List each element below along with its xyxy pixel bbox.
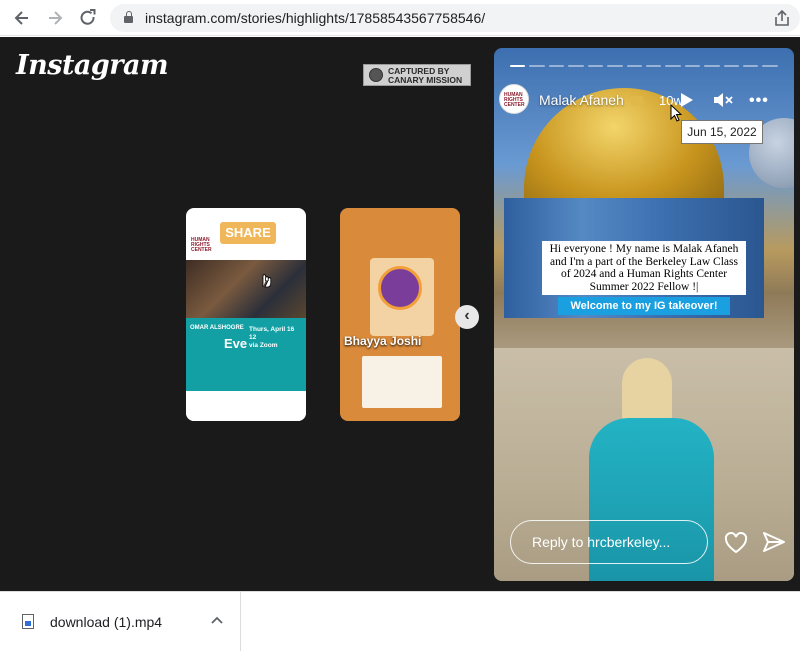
- mute-icon[interactable]: [713, 92, 733, 108]
- arrow-left-icon: [14, 11, 28, 25]
- story-caption: Hi everyone ! My name is Malak Afaneh an…: [542, 241, 746, 295]
- preview-text-block: [362, 356, 442, 408]
- watermark-badge: CAPTURED BY CANARY MISSION: [363, 64, 471, 86]
- hand-cursor-icon: [262, 274, 272, 288]
- previous-story-button[interactable]: ‹: [455, 305, 479, 329]
- chevron-up-icon[interactable]: [210, 614, 224, 628]
- forward-button[interactable]: [45, 8, 65, 28]
- active-story[interactable]: HUMAN RIGHTS CENTER Malak Afaneh 10w •••…: [494, 48, 794, 581]
- story-preview-1[interactable]: SHARE HUMAN RIGHTS CENTER OMAR ALSHOGRE …: [186, 208, 306, 421]
- preview-portrait: [378, 266, 422, 310]
- watermark-line2: CANARY MISSION: [388, 75, 463, 85]
- more-icon[interactable]: •••: [749, 92, 769, 110]
- play-icon[interactable]: [681, 93, 693, 107]
- canary-icon: [369, 68, 383, 82]
- story-progress-bar: [510, 65, 778, 67]
- story-preview-2[interactable]: Bhayya Joshi: [340, 208, 460, 421]
- url-text[interactable]: instagram.com/stories/highlights/1785854…: [145, 10, 485, 26]
- reply-input[interactable]: Reply to hrcberkeley...: [510, 520, 708, 564]
- org-logo-text: HUMAN RIGHTS CENTER: [191, 237, 212, 253]
- download-filename[interactable]: download (1).mp4: [50, 614, 162, 630]
- browser-toolbar: instagram.com/stories/highlights/1785854…: [0, 0, 800, 36]
- download-item[interactable]: download (1).mp4: [0, 592, 241, 651]
- reload-icon: [80, 9, 96, 25]
- speaker-name: OMAR ALSHOGRE: [190, 325, 244, 331]
- share-icon[interactable]: [772, 8, 792, 28]
- preview-name: Bhayya Joshi: [344, 334, 422, 348]
- reply-placeholder[interactable]: Reply to hrcberkeley...: [532, 534, 670, 550]
- download-bar: download (1).mp4: [0, 591, 800, 651]
- heart-icon[interactable]: [724, 532, 748, 554]
- story-author[interactable]: Malak Afaneh: [539, 92, 624, 108]
- reload-button[interactable]: [78, 8, 98, 28]
- video-file-icon: [22, 614, 34, 629]
- chevron-left-icon: ‹: [464, 307, 470, 324]
- preview-white-panel: [186, 391, 306, 421]
- date-tooltip: Jun 15, 2022: [681, 120, 763, 144]
- pointer-cursor-icon: [670, 104, 682, 122]
- event-title: Eve: [224, 336, 248, 351]
- instagram-logo[interactable]: Instagram: [16, 50, 169, 81]
- event-date: Thurs, April 16 12 via Zoom: [249, 326, 295, 349]
- preview-photo: [186, 260, 306, 318]
- arrow-right-icon: [49, 11, 63, 25]
- send-icon[interactable]: [762, 531, 786, 553]
- camera-emoji-icon: [631, 96, 643, 105]
- share-banner: SHARE: [220, 222, 276, 244]
- address-bar[interactable]: instagram.com/stories/highlights/1785854…: [110, 4, 800, 32]
- story-banner: Welcome to my IG takeover!: [558, 297, 730, 315]
- lock-icon[interactable]: [124, 11, 133, 23]
- avatar[interactable]: HUMAN RIGHTS CENTER: [499, 84, 529, 114]
- back-button[interactable]: [12, 8, 32, 28]
